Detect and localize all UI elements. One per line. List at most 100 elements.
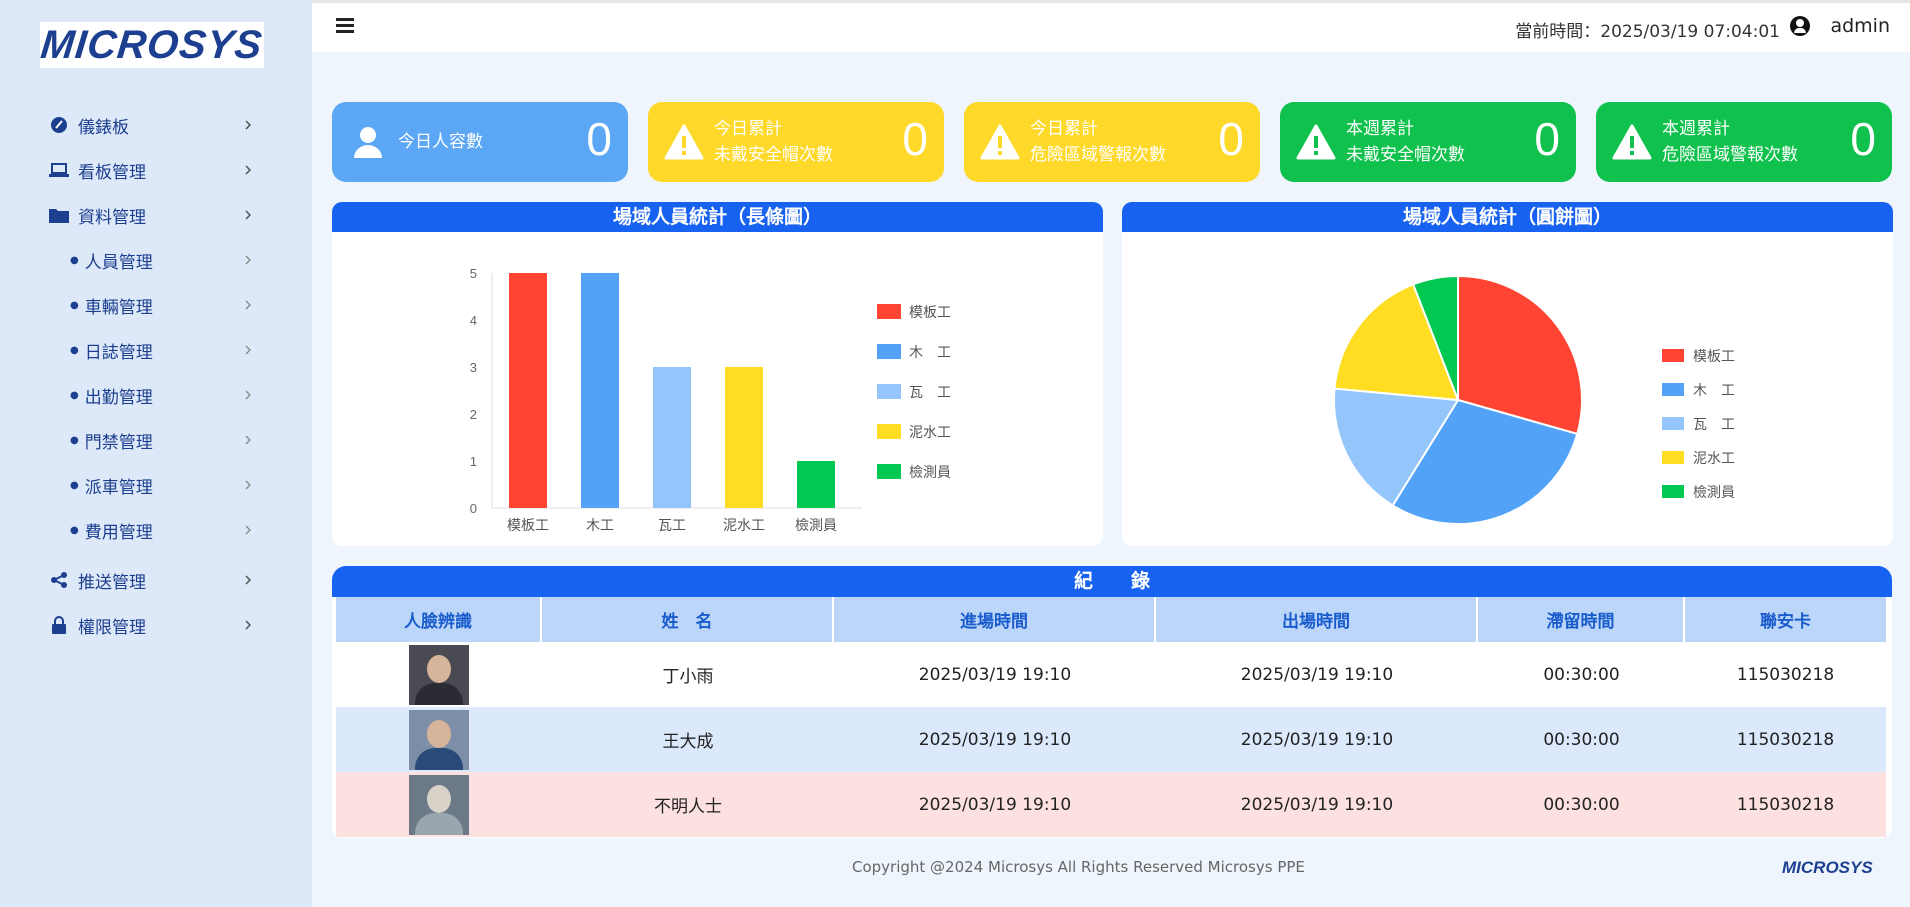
column-header[interactable]: 姓 名	[542, 597, 834, 642]
sidebar-item-expenses[interactable]: ● 費用管理	[70, 515, 254, 545]
bar[interactable]	[725, 367, 763, 508]
warning-icon	[1294, 124, 1338, 160]
bar-chart-title: 場域人員統計（長條圖）	[332, 202, 1103, 232]
face-photo[interactable]	[409, 774, 469, 835]
chevron-right-icon	[242, 619, 254, 631]
cell-stay: 00:30:00	[1543, 729, 1620, 750]
legend-swatch	[877, 424, 901, 439]
bar[interactable]	[509, 273, 547, 508]
chevron-right-icon	[242, 574, 254, 586]
chevron-right-icon	[242, 119, 254, 131]
pie-chart: 模板工木 工瓦 工泥水工檢測員	[1333, 274, 1735, 525]
pie-chart-panel: 場域人員統計（圓餅圖） 模板工木 工瓦 工泥水工 檢測員	[1122, 202, 1893, 546]
face-photo[interactable]	[409, 709, 469, 770]
sidebar-item-logs[interactable]: ● 日誌管理	[70, 335, 254, 365]
sidebar-item-dispatch[interactable]: ● 派車管理	[70, 470, 254, 500]
user-icon	[346, 126, 390, 158]
legend-label[interactable]: 模板工	[1693, 349, 1735, 365]
chevron-right-icon	[242, 209, 254, 221]
laptop-icon	[48, 162, 70, 178]
sidebar-item-board[interactable]: 看板管理	[48, 155, 254, 185]
x-tick-label: 木工	[586, 518, 614, 534]
current-time: 當前時間：2025/03/19 07:04:01	[1515, 22, 1780, 42]
stat-card-value: 0	[1534, 113, 1560, 165]
sidebar-item-push[interactable]: 推送管理	[48, 565, 254, 595]
bar[interactable]	[797, 461, 835, 508]
column-header[interactable]: 出場時間	[1156, 597, 1478, 642]
cell-card: 115030218	[1736, 794, 1835, 815]
brand-logo[interactable]: MICROSYS	[39, 22, 266, 68]
table-row[interactable]: 不明人士 2025/03/19 19:10 2025/03/19 19:10 00:3…	[336, 772, 1886, 837]
legend-label[interactable]: 檢測員	[1693, 484, 1735, 501]
legend-label[interactable]: 模板工	[909, 305, 951, 321]
cell-name: 不明人士	[654, 797, 722, 817]
cell-stay: 00:30:00	[1543, 794, 1620, 815]
sidebar-item-permissions[interactable]: 權限管理	[48, 610, 254, 640]
y-tick-label: 3	[470, 360, 477, 375]
brand-logo-text: MICROSYS	[39, 22, 266, 67]
sidebar-item-dashboard[interactable]: 儀錶板	[48, 110, 254, 140]
sidebar-item-label: 儀錶板	[78, 117, 129, 138]
sidebar-item-data[interactable]: 資料管理	[48, 200, 254, 230]
stat-card-label: 今日人容數	[398, 132, 483, 152]
column-header[interactable]: 進場時間	[834, 597, 1156, 642]
chevron-right-icon	[242, 479, 254, 491]
legend-label[interactable]: 木 工	[1693, 383, 1735, 399]
chevron-right-icon	[242, 434, 254, 446]
sidebar-item-label: 派車管理	[84, 477, 153, 498]
bar[interactable]	[653, 367, 691, 508]
column-header[interactable]: 聯安卡	[1685, 597, 1886, 642]
legend-swatch	[1662, 485, 1684, 498]
records-title: 紀 錄	[332, 566, 1892, 597]
warning-icon	[1610, 124, 1654, 160]
y-tick-label: 0	[470, 501, 477, 516]
table-row[interactable]: 丁小雨 2025/03/19 19:10 2025/03/19 19:10 00:30…	[336, 642, 1886, 707]
chevron-right-icon	[242, 299, 254, 311]
face-cell	[336, 772, 542, 837]
cell-in: 2025/03/19 19:10	[918, 794, 1072, 815]
stat-card-value: 0	[1218, 113, 1244, 165]
legend-swatch	[877, 464, 901, 479]
face-photo[interactable]	[409, 644, 469, 705]
stat-card[interactable]: 今日累計 危險區域警報次數 0	[964, 102, 1260, 182]
menu-toggle-icon[interactable]	[336, 18, 354, 34]
bar[interactable]	[581, 273, 619, 508]
sidebar-item-vehicles[interactable]: ● 車輛管理	[70, 290, 254, 320]
folder-icon	[48, 207, 70, 223]
column-header[interactable]: 滯留時間	[1478, 597, 1685, 642]
stat-card[interactable]: 本週累計 危險區域警報次數 0	[1596, 102, 1892, 182]
legend-label[interactable]: 泥水工	[909, 425, 951, 441]
table-row[interactable]: 王大成 2025/03/19 19:10 2025/03/19 19:10 00:30…	[336, 707, 1886, 772]
stat-card-value: 0	[1850, 113, 1876, 165]
legend-label[interactable]: 瓦 工	[909, 385, 951, 401]
sidebar-item-attendance[interactable]: ● 出勤管理	[70, 380, 254, 410]
cell-out: 2025/03/19 19:10	[1240, 729, 1394, 750]
chevron-right-icon	[242, 254, 254, 266]
sidebar: MICROSYS 儀錶板 看板管理 資料管理 ● 人員管理 ● 車輛管理 ● 日誌管理…	[0, 0, 312, 907]
stat-card-label: 本週累計	[1346, 119, 1414, 139]
y-tick-label: 1	[470, 454, 477, 469]
legend-label[interactable]: 泥水工	[1693, 451, 1735, 467]
username: admin	[1830, 15, 1890, 37]
cell-card: 115030218	[1736, 729, 1835, 750]
legend-swatch	[1662, 349, 1684, 362]
legend-label[interactable]: 瓦 工	[1693, 417, 1735, 433]
sidebar-item-label: 權限管理	[78, 617, 146, 638]
sidebar-item-personnel[interactable]: ● 人員管理	[70, 245, 254, 275]
sidebar-item-access[interactable]: ● 門禁管理	[70, 425, 254, 455]
column-header[interactable]: 人臉辨識	[336, 597, 542, 642]
stat-card-label: 本週累計	[1662, 119, 1730, 139]
sidebar-item-label: 人員管理	[84, 252, 153, 273]
stat-card-sublabel: 危險區域警報次數	[1030, 145, 1166, 165]
footer-logo: MICROSYS	[1782, 858, 1873, 877]
stat-card[interactable]: 本週累計 未戴安全帽次數 0	[1280, 102, 1576, 182]
stat-card-sublabel: 未戴安全帽次數	[714, 145, 833, 165]
stat-card-value: 0	[586, 113, 612, 165]
x-tick-label: 泥水工	[723, 518, 765, 534]
user-menu[interactable]: admin	[1790, 15, 1890, 37]
stat-card[interactable]: 今日人容數 0	[332, 102, 628, 182]
sidebar-item-label: 車輛管理	[84, 297, 153, 318]
stat-card[interactable]: 今日累計 未戴安全帽次數 0	[648, 102, 944, 182]
legend-label[interactable]: 木 工	[909, 345, 951, 361]
legend-label[interactable]: 檢測員	[909, 464, 951, 481]
